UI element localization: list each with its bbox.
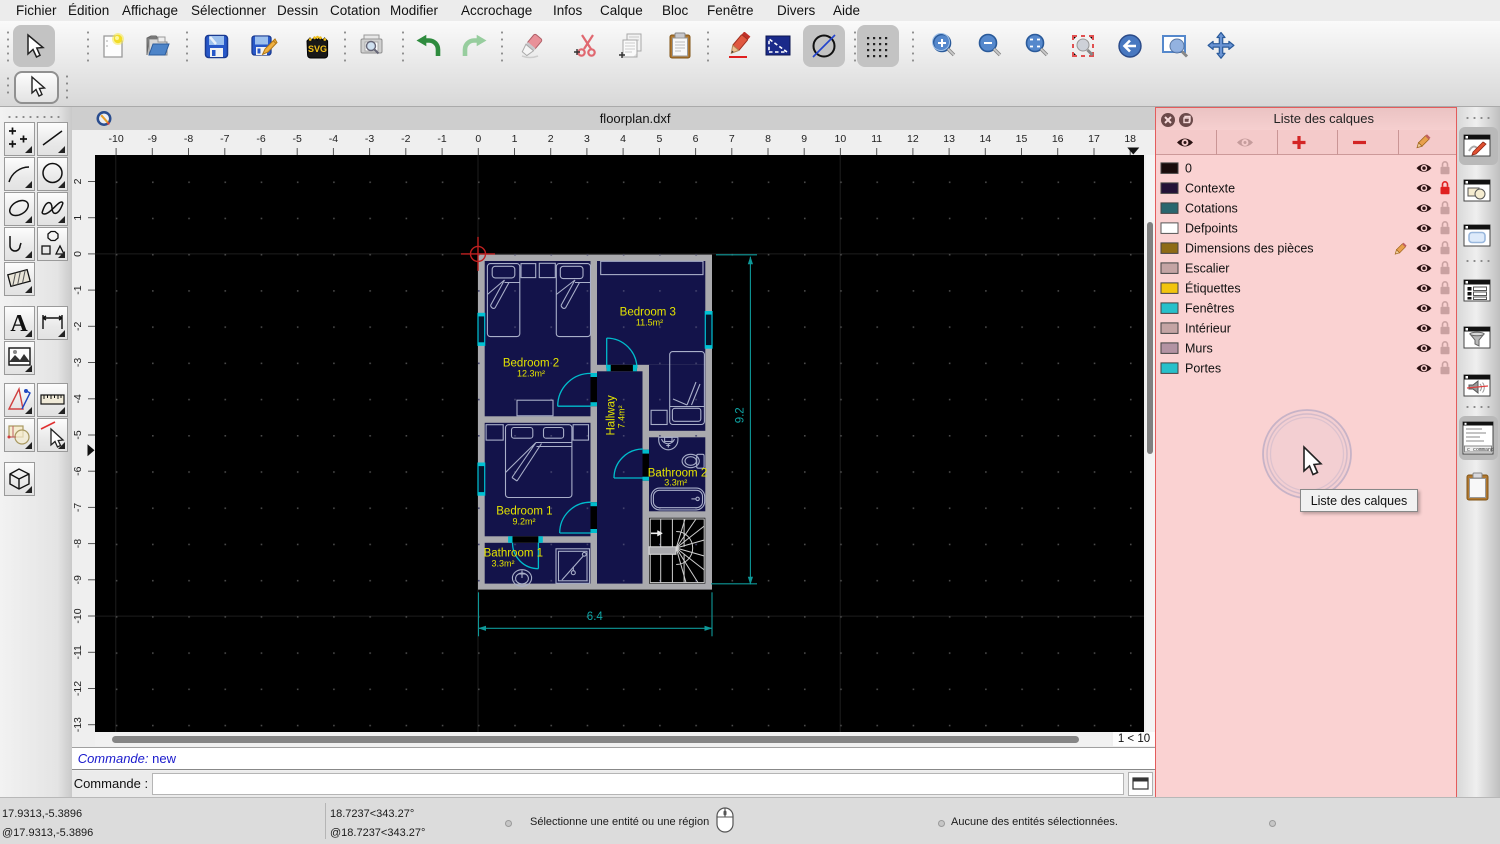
svg-text:9.2m²: 9.2m² xyxy=(512,516,535,526)
svg-text:12: 12 xyxy=(907,133,919,145)
svg-text:-8: -8 xyxy=(184,133,193,145)
svg-text:7.4m²: 7.4m² xyxy=(616,405,626,428)
svg-text:-4: -4 xyxy=(328,133,337,145)
svg-text:3.3m²: 3.3m² xyxy=(664,477,687,487)
svg-text:Defpoints: Defpoints xyxy=(1185,221,1238,235)
svg-text:A: A xyxy=(10,311,28,337)
svg-text:Murs: Murs xyxy=(1185,341,1213,355)
svg-text:-4: -4 xyxy=(72,394,84,403)
svg-text:-10: -10 xyxy=(108,133,123,145)
svg-text:4: 4 xyxy=(620,133,626,145)
svg-text:Contexte: Contexte xyxy=(1185,181,1235,195)
svg-text:-11: -11 xyxy=(72,645,84,660)
svg-text:12.3m²: 12.3m² xyxy=(517,368,545,378)
svg-text:Étiquettes: Étiquettes xyxy=(1185,280,1241,295)
svg-text:-7: -7 xyxy=(72,502,84,511)
svg-text:-1: -1 xyxy=(437,133,446,145)
svg-text:Fenêtres: Fenêtres xyxy=(1185,301,1234,315)
svg-text:-7: -7 xyxy=(220,133,229,145)
svg-text:-5: -5 xyxy=(292,133,301,145)
svg-text:10: 10 xyxy=(834,133,846,145)
svg-text:9.2: 9.2 xyxy=(734,407,746,423)
svg-text:16: 16 xyxy=(1052,133,1064,145)
svg-text:17: 17 xyxy=(1088,133,1100,145)
svg-text:2: 2 xyxy=(72,178,84,184)
svg-text:5: 5 xyxy=(656,133,662,145)
svg-text:15: 15 xyxy=(1015,133,1027,145)
svg-text:-13: -13 xyxy=(72,717,84,732)
svg-text:11: 11 xyxy=(871,133,882,145)
svg-text:-3: -3 xyxy=(72,357,84,366)
svg-text:Cotations: Cotations xyxy=(1185,201,1238,215)
svg-text:2: 2 xyxy=(547,133,553,145)
svg-text:-3: -3 xyxy=(365,133,374,145)
svg-text:6.4: 6.4 xyxy=(587,611,604,623)
svg-text:-9: -9 xyxy=(147,133,156,145)
svg-text:Escalier: Escalier xyxy=(1185,261,1229,275)
svg-text:-9: -9 xyxy=(72,575,84,584)
svg-text:1: 1 xyxy=(72,214,84,220)
svg-text:3: 3 xyxy=(584,133,590,145)
svg-text:SVG: SVG xyxy=(307,44,326,54)
svg-text:-2: -2 xyxy=(401,133,410,145)
svg-text:-5: -5 xyxy=(72,430,84,439)
svg-text:-6: -6 xyxy=(72,466,84,475)
svg-text:11.5m²: 11.5m² xyxy=(636,317,663,327)
svg-text:Intérieur: Intérieur xyxy=(1185,321,1231,335)
svg-text:c command: c command xyxy=(1467,447,1494,453)
svg-text:8: 8 xyxy=(765,133,771,145)
svg-text:-10: -10 xyxy=(72,608,84,623)
svg-text:-2: -2 xyxy=(72,321,84,330)
svg-text:-1: -1 xyxy=(72,285,84,294)
svg-text:Portes: Portes xyxy=(1185,361,1221,375)
svg-text:9: 9 xyxy=(801,133,807,145)
svg-text:-12: -12 xyxy=(72,680,84,695)
svg-text:0: 0 xyxy=(1185,161,1192,175)
svg-text:1: 1 xyxy=(511,133,517,145)
svg-text:-8: -8 xyxy=(72,538,84,547)
svg-text:13: 13 xyxy=(943,133,955,145)
svg-text:14: 14 xyxy=(979,133,991,145)
svg-text:7: 7 xyxy=(729,133,735,145)
svg-text:Dimensions des pièces: Dimensions des pièces xyxy=(1185,241,1314,255)
svg-text:6: 6 xyxy=(692,133,698,145)
svg-text:-6: -6 xyxy=(256,133,265,145)
svg-text:3.3m²: 3.3m² xyxy=(491,558,514,568)
svg-text:18: 18 xyxy=(1124,133,1136,145)
svg-text:0: 0 xyxy=(475,133,481,145)
svg-text:0: 0 xyxy=(72,251,84,257)
